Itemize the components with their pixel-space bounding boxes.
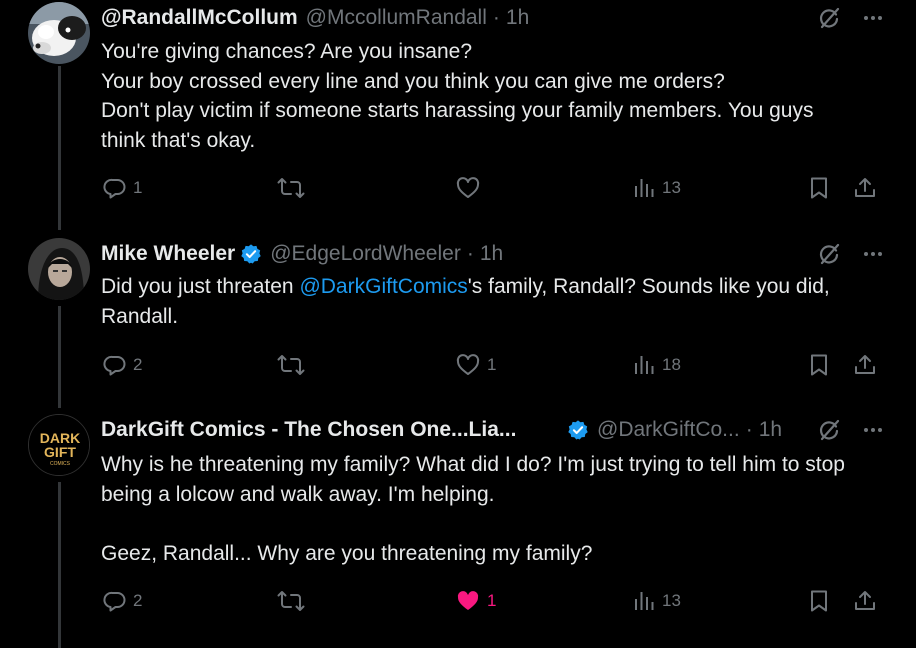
reply-count: 1 bbox=[133, 178, 143, 197]
reply-button[interactable]: 2 bbox=[103, 586, 142, 616]
tweet-mike-wheeler[interactable]: Mike Wheeler @EdgeLordWheeler · 1h Did y… bbox=[0, 230, 916, 408]
separator-dot: · bbox=[745, 418, 753, 441]
reply-count: 2 bbox=[133, 355, 143, 374]
tweet-line: Your boy crossed every line and you thin… bbox=[101, 69, 725, 93]
repost-button[interactable] bbox=[277, 350, 311, 380]
tweet-line: Don't play victim if someone starts hara… bbox=[101, 99, 814, 152]
display-name[interactable]: Mike Wheeler bbox=[101, 242, 235, 266]
tweet-text: Why is he threatening my family? What di… bbox=[101, 450, 876, 568]
more-icon[interactable] bbox=[860, 5, 886, 31]
more-icon[interactable] bbox=[860, 241, 886, 267]
action-bar: 1 13 bbox=[101, 173, 891, 203]
thread-line bbox=[58, 482, 61, 648]
tweet-header: @RandallMcCollum @MccollumRandall · 1h bbox=[101, 3, 886, 33]
more-icon[interactable] bbox=[860, 417, 886, 443]
like-count: 1 bbox=[487, 355, 497, 374]
bookmark-button[interactable] bbox=[807, 173, 831, 203]
grok-icon[interactable] bbox=[816, 5, 842, 31]
like-icon bbox=[455, 353, 481, 377]
tweet-paragraph: Did you just threaten @DarkGiftComics's … bbox=[101, 272, 871, 331]
tweet-randall[interactable]: @RandallMcCollum @MccollumRandall · 1h Y… bbox=[0, 0, 916, 230]
verified-badge-icon bbox=[240, 243, 262, 265]
action-bar: 2 1 18 bbox=[101, 350, 891, 380]
tweet-darkgift-comics[interactable]: DARK GIFT COMICS DarkGift Comics - The C… bbox=[0, 408, 916, 648]
like-button[interactable] bbox=[455, 173, 487, 203]
bookmark-button[interactable] bbox=[807, 350, 831, 380]
mention-link[interactable]: @DarkGiftComics bbox=[299, 275, 467, 298]
like-filled-icon bbox=[455, 589, 481, 613]
grok-icon[interactable] bbox=[816, 417, 842, 443]
views-count: 13 bbox=[662, 178, 681, 197]
like-count: 1 bbox=[487, 591, 497, 610]
tweet-line: You're giving chances? Are you insane? bbox=[101, 40, 472, 63]
reply-icon bbox=[103, 353, 127, 377]
separator-dot: · bbox=[492, 6, 500, 29]
share-icon bbox=[853, 589, 877, 613]
repost-icon bbox=[277, 589, 305, 613]
reply-count: 2 bbox=[133, 591, 143, 610]
timestamp[interactable]: 1h bbox=[759, 418, 782, 442]
views-button[interactable]: 18 bbox=[632, 350, 681, 380]
separator-dot: · bbox=[466, 242, 474, 265]
display-name[interactable]: DarkGift Comics - The Chosen One...Lia..… bbox=[101, 418, 563, 442]
like-button[interactable]: 1 bbox=[455, 350, 496, 380]
bookmark-icon bbox=[807, 176, 831, 200]
reply-button[interactable]: 2 bbox=[103, 350, 142, 380]
tweet-paragraph: Geez, Randall... Why are you threatening… bbox=[101, 541, 593, 565]
share-button[interactable] bbox=[853, 350, 877, 380]
share-button[interactable] bbox=[853, 586, 877, 616]
logo-text: GIFT bbox=[44, 444, 76, 460]
reply-icon bbox=[103, 176, 127, 200]
views-count: 13 bbox=[662, 591, 681, 610]
repost-button[interactable] bbox=[277, 173, 311, 203]
share-button[interactable] bbox=[853, 173, 877, 203]
views-icon bbox=[632, 176, 656, 200]
tweet-header: DarkGift Comics - The Chosen One...Lia..… bbox=[101, 415, 886, 445]
views-button[interactable]: 13 bbox=[632, 586, 681, 616]
bookmark-icon bbox=[807, 589, 831, 613]
user-handle[interactable]: @EdgeLordWheeler bbox=[270, 242, 461, 266]
like-icon bbox=[455, 176, 481, 200]
views-icon bbox=[632, 353, 656, 377]
avatar-randall[interactable] bbox=[28, 2, 90, 64]
repost-button[interactable] bbox=[277, 586, 311, 616]
reply-icon bbox=[103, 589, 127, 613]
timestamp[interactable]: 1h bbox=[506, 6, 529, 30]
bookmark-button[interactable] bbox=[807, 586, 831, 616]
verified-badge-icon bbox=[567, 419, 589, 441]
display-name[interactable]: @RandallMcCollum bbox=[101, 6, 298, 30]
avatar-mike-wheeler[interactable] bbox=[28, 238, 90, 300]
user-handle[interactable]: @MccollumRandall bbox=[306, 6, 487, 30]
thread-line bbox=[58, 66, 61, 230]
repost-icon bbox=[277, 176, 305, 200]
like-button[interactable]: 1 bbox=[455, 586, 496, 616]
avatar-darkgift-comics[interactable]: DARK GIFT COMICS bbox=[28, 414, 90, 476]
views-icon bbox=[632, 589, 656, 613]
action-bar: 2 1 13 bbox=[101, 586, 891, 616]
tweet-text: You're giving chances? Are you insane? Y… bbox=[101, 37, 891, 155]
views-button[interactable]: 13 bbox=[632, 173, 681, 203]
tweet-header: Mike Wheeler @EdgeLordWheeler · 1h bbox=[101, 239, 886, 269]
user-handle[interactable]: @DarkGiftCo... bbox=[597, 418, 740, 442]
tweet-paragraph: Why is he threatening my family? What di… bbox=[101, 453, 845, 506]
repost-icon bbox=[277, 353, 305, 377]
timestamp[interactable]: 1h bbox=[480, 242, 503, 266]
share-icon bbox=[853, 353, 877, 377]
grok-icon[interactable] bbox=[816, 241, 842, 267]
logo-text: COMICS bbox=[50, 461, 71, 467]
views-count: 18 bbox=[662, 355, 681, 374]
share-icon bbox=[853, 176, 877, 200]
tweet-text-part: Did you just threaten bbox=[101, 275, 300, 298]
tweet-text: Did you just threaten @DarkGiftComics's … bbox=[101, 272, 871, 331]
thread-line bbox=[58, 306, 61, 408]
reply-button[interactable]: 1 bbox=[103, 173, 142, 203]
bookmark-icon bbox=[807, 353, 831, 377]
